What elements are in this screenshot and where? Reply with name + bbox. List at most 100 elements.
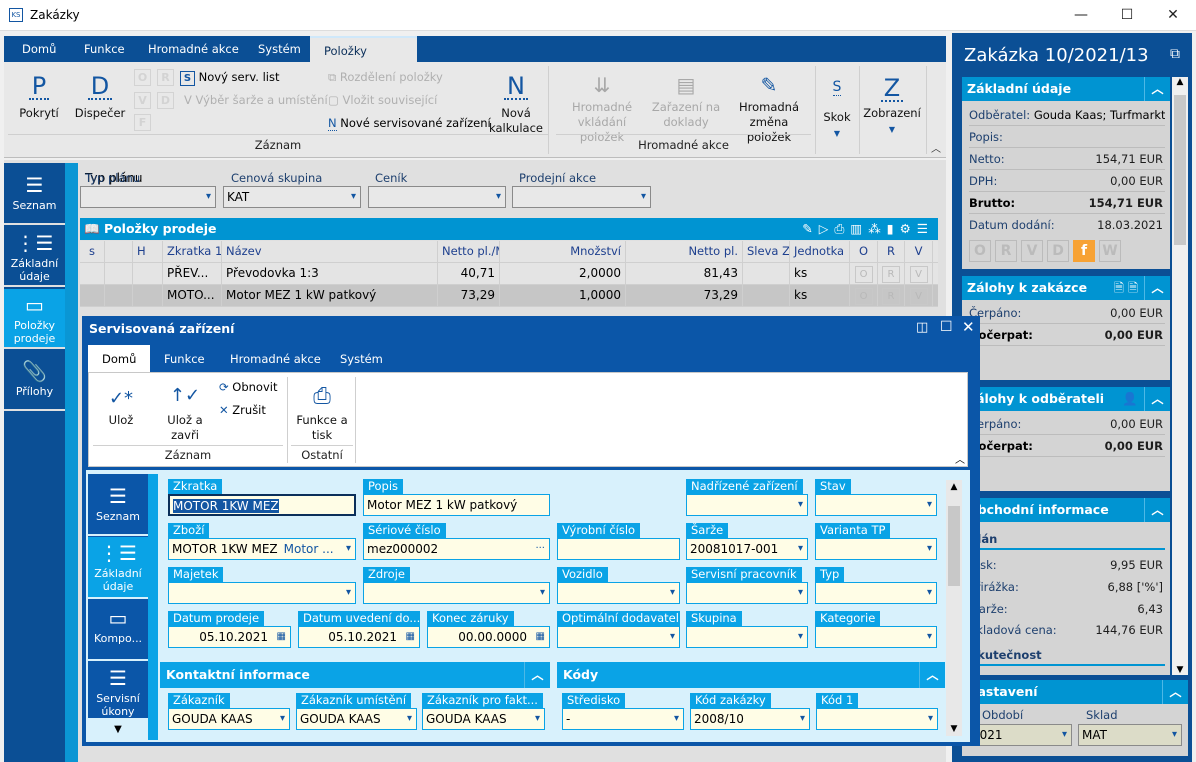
prodejni-akce-select[interactable]: ▾	[512, 186, 651, 208]
column-header[interactable]: V	[905, 241, 933, 262]
section-header-obchodni[interactable]: Obchodní informace ︿	[962, 498, 1170, 522]
ellipsis-icon[interactable]: ···	[535, 539, 545, 559]
dialog-nav-zakladni-udaje[interactable]: ⋮☰ Základní údaje	[88, 537, 148, 599]
dropdown-icon[interactable]: ▾	[797, 495, 803, 515]
column-header[interactable]: Sleva Z	[743, 241, 790, 262]
flag-r-button[interactable]: R	[882, 288, 900, 305]
cenova-skupina-select[interactable]: KAT ▾	[223, 186, 361, 208]
grid-toolbar-icons[interactable]: ✎▷⎙▥⁂▮⚙☰	[802, 218, 934, 240]
column-header[interactable]: Netto pl.	[626, 241, 743, 262]
field-input[interactable]: ▾	[686, 582, 808, 604]
popout-icon[interactable]: ⧉	[1170, 46, 1180, 62]
column-header[interactable]: Zkratka 1	[163, 241, 222, 262]
tab-polozky-prodeje[interactable]: Položky prodeje	[310, 36, 417, 85]
dropdown-icon[interactable]: ▾	[797, 539, 803, 559]
field-input[interactable]: ▾	[815, 582, 937, 604]
section-header-kontaktni[interactable]: Kontaktní informace ︿	[160, 662, 550, 688]
flag-o[interactable]: O	[969, 240, 991, 262]
scroll-down-icon[interactable]: ▼	[1172, 665, 1188, 675]
obdobi-select[interactable]: 2021 ▾	[968, 724, 1072, 746]
dialog-close-icon[interactable]: ✕	[962, 318, 975, 336]
document-icons[interactable]: 🗎 🗎	[1114, 276, 1138, 300]
flag-v[interactable]: V	[134, 92, 151, 109]
dropdown-icon[interactable]: ▾	[797, 627, 803, 647]
dropdown-icon[interactable]: ▾	[406, 709, 412, 729]
flag-v[interactable]: V	[1021, 240, 1043, 262]
flag-d[interactable]: D	[157, 92, 174, 109]
flag-o-button[interactable]: O	[854, 288, 873, 305]
obnovit-button[interactable]: ⟳ Obnovit	[219, 379, 277, 395]
pokryti-button[interactable]: P Pokrytí	[14, 74, 64, 121]
calendar-icon[interactable]: ▦	[277, 627, 286, 647]
vlozit-souvisejici-button[interactable]: ▢ Vložit související	[328, 92, 437, 108]
section-header-zalohy-odberatel[interactable]: Zálohy k odběrateli 👤 ︿	[962, 387, 1170, 411]
flag-v-button[interactable]: V	[909, 288, 928, 305]
field-input[interactable]: ▾	[557, 626, 680, 648]
column-header[interactable]: s	[80, 241, 105, 262]
section-header-kody[interactable]: Kódy ︿	[557, 662, 945, 688]
field-input[interactable]: 05.10.2021 ▦	[298, 626, 420, 648]
form-scrollbar[interactable]: ▲ ▼	[946, 480, 962, 736]
column-header[interactable]: Název	[222, 241, 438, 262]
flag-o-button[interactable]: O	[854, 266, 873, 283]
tab-hromadne-akce[interactable]: Hromadné akce	[134, 36, 253, 62]
flag-r-button[interactable]: R	[882, 266, 900, 283]
sklad-select[interactable]: MAT ▾	[1078, 724, 1182, 746]
field-input[interactable]: - ▾	[562, 708, 684, 730]
vyber-sarze-button[interactable]: V Výběr šarže a umístění	[184, 92, 328, 108]
dispecer-button[interactable]: D Dispečer	[72, 74, 128, 121]
dialog-nav-seznam[interactable]: ☰ Seznam	[88, 476, 148, 536]
funkce-a-tisk-button[interactable]: ⎙ Funkce a tisk	[291, 381, 353, 443]
table-row[interactable]: PŘEV... Převodovka 1:3 40,71 2,0000 81,43 ks O…	[80, 263, 938, 285]
dropdown-icon[interactable]: ▾	[539, 583, 545, 603]
section-header-zakladni[interactable]: Základní údaje ︿	[962, 77, 1170, 101]
maximize-icon[interactable]: ☐	[940, 319, 953, 335]
dialog-tab-domu[interactable]: Domů	[88, 345, 151, 372]
dialog-tab-funkce[interactable]: Funkce	[150, 345, 219, 372]
field-input[interactable]	[557, 538, 680, 560]
section-header-nastaveni[interactable]: Nastavení ︿	[962, 680, 1188, 704]
dropdown-icon[interactable]: ▾	[669, 583, 675, 603]
cenik-select[interactable]: ▾	[368, 186, 506, 208]
field-input[interactable]: ▾	[363, 582, 550, 604]
scroll-up-icon[interactable]: ▲	[946, 482, 962, 492]
minimize-button[interactable]: —	[1058, 0, 1104, 31]
collapse-icon[interactable]: ︿	[1162, 680, 1188, 704]
nova-kalkulace-button[interactable]: N Nová kalkulace	[488, 74, 544, 136]
field-input[interactable]: Motor MEZ 1 kW patkový	[363, 494, 550, 516]
field-input[interactable]: 2008/10 ▾	[690, 708, 810, 730]
nove-servisovane-button[interactable]: N Nové servisované zařízení	[328, 115, 491, 131]
dropdown-icon[interactable]: ▾	[669, 627, 675, 647]
rozdeleni-polozky-button[interactable]: ⧉ Rozdělení položky	[328, 69, 443, 85]
panel-scrollbar[interactable]: ▲ ▼	[1172, 77, 1188, 675]
dropdown-icon[interactable]: ▾	[279, 709, 285, 729]
field-input[interactable]: GOUDA KAAS ▾	[422, 708, 545, 730]
collapse-ribbon-icon[interactable]: ︿	[955, 451, 965, 466]
zrusit-button[interactable]: ✕ Zrušit	[219, 402, 266, 418]
flag-r[interactable]: R	[157, 69, 174, 86]
field-input[interactable]: ▾	[815, 626, 937, 648]
dropdown-icon[interactable]: ▾	[797, 583, 803, 603]
collapse-icon[interactable]: ︿	[524, 662, 550, 688]
tab-system[interactable]: Systém	[244, 36, 315, 62]
flag-f[interactable]: f	[1073, 240, 1095, 262]
scroll-down-icon[interactable]: ▼	[946, 724, 962, 734]
field-input[interactable]: ▾	[557, 582, 680, 604]
zobrazeni-button[interactable]: Z Zobrazení ▼	[860, 76, 924, 137]
scroll-up-icon[interactable]: ▲	[1172, 77, 1188, 87]
dropdown-icon[interactable]: ▾	[673, 709, 679, 729]
dialog-nav-komponenty[interactable]: ▭ Kompo...	[88, 600, 148, 661]
field-input[interactable]: ▾	[168, 582, 356, 604]
flag-d[interactable]: D	[1047, 240, 1069, 262]
typ-planu-select[interactable]: ▾	[80, 186, 216, 208]
nav-item-prilohy[interactable]: 📎 Přílohy	[4, 351, 65, 411]
dialog-tab-hromadne-akce[interactable]: Hromadné akce	[216, 345, 335, 372]
field-input[interactable]: ▾	[816, 708, 938, 730]
scroll-thumb[interactable]	[1174, 95, 1186, 245]
restore-icon[interactable]: ◫	[916, 320, 928, 335]
nav-item-seznam[interactable]: ☰ Seznam	[4, 165, 65, 225]
field-input[interactable]: mez000002 ···	[363, 538, 550, 560]
collapse-icon[interactable]: ︿	[1144, 387, 1170, 411]
nav-item-polozky-prodeje[interactable]: ▭ Položky prodeje	[4, 289, 65, 349]
field-input[interactable]: 05.10.2021 ▦	[168, 626, 291, 648]
